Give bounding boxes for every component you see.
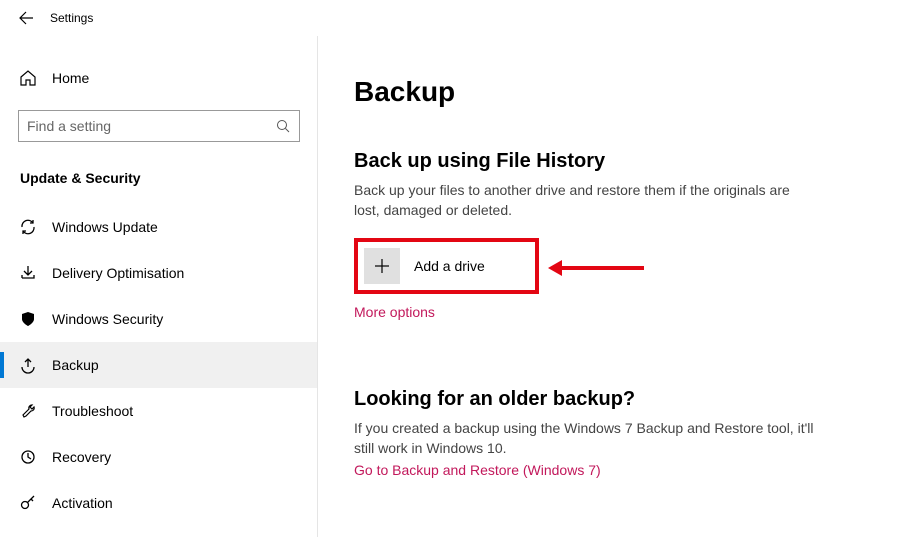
shield-icon [18,310,38,328]
sidebar-nav: Windows Update Delivery Optimisation Win… [0,204,317,526]
annotation-arrow [548,260,644,276]
key-icon [18,494,38,512]
sidebar-item-label: Windows Security [52,311,163,327]
download-icon [18,264,38,282]
add-drive-button[interactable]: Add a drive [364,248,485,284]
back-button[interactable] [10,2,42,34]
sidebar-item-activation[interactable]: Activation [0,480,317,526]
sidebar-item-windows-security[interactable]: Windows Security [0,296,317,342]
arrow-line [562,266,644,270]
search-box[interactable] [18,110,300,142]
sidebar-item-delivery-optimisation[interactable]: Delivery Optimisation [0,250,317,296]
backup-restore-link[interactable]: Go to Backup and Restore (Windows 7) [354,462,601,478]
backup-icon [18,356,38,374]
title-bar: Settings [0,0,924,36]
recovery-icon [18,448,38,466]
sidebar-item-label: Windows Update [52,219,158,235]
plus-icon [364,248,400,284]
more-options-link[interactable]: More options [354,304,435,320]
window-title: Settings [50,11,93,25]
sidebar: Home Update & Security Windows Update De… [0,36,318,537]
sidebar-item-label: Delivery Optimisation [52,265,184,281]
sidebar-item-troubleshoot[interactable]: Troubleshoot [0,388,317,434]
wrench-icon [18,402,38,420]
arrow-head-icon [548,260,562,276]
sidebar-item-label: Troubleshoot [52,403,133,419]
sidebar-category-title: Update & Security [18,170,299,186]
sidebar-home[interactable]: Home [18,58,299,98]
page-title: Backup [354,76,888,108]
content-area: Home Update & Security Windows Update De… [0,36,924,537]
main-panel: Backup Back up using File History Back u… [318,36,924,537]
older-backup-title: Looking for an older backup? [354,388,888,411]
sidebar-item-label: Activation [52,495,113,511]
older-backup-desc: If you created a backup using the Window… [354,419,814,458]
search-icon [275,118,291,134]
arrow-left-icon [18,10,34,26]
add-drive-label: Add a drive [414,258,485,274]
sidebar-item-backup[interactable]: Backup [0,342,317,388]
sidebar-item-label: Backup [52,357,99,373]
sidebar-item-label: Recovery [52,449,111,465]
sidebar-item-recovery[interactable]: Recovery [0,434,317,480]
sidebar-item-windows-update[interactable]: Windows Update [0,204,317,250]
search-input[interactable] [27,118,275,134]
home-icon [18,69,38,87]
file-history-title: Back up using File History [354,150,888,173]
file-history-desc: Back up your files to another drive and … [354,181,814,220]
add-drive-annotation-wrap: Add a drive [354,238,539,294]
annotation-highlight-box: Add a drive [354,238,539,294]
home-label: Home [52,70,89,86]
sync-icon [18,218,38,236]
